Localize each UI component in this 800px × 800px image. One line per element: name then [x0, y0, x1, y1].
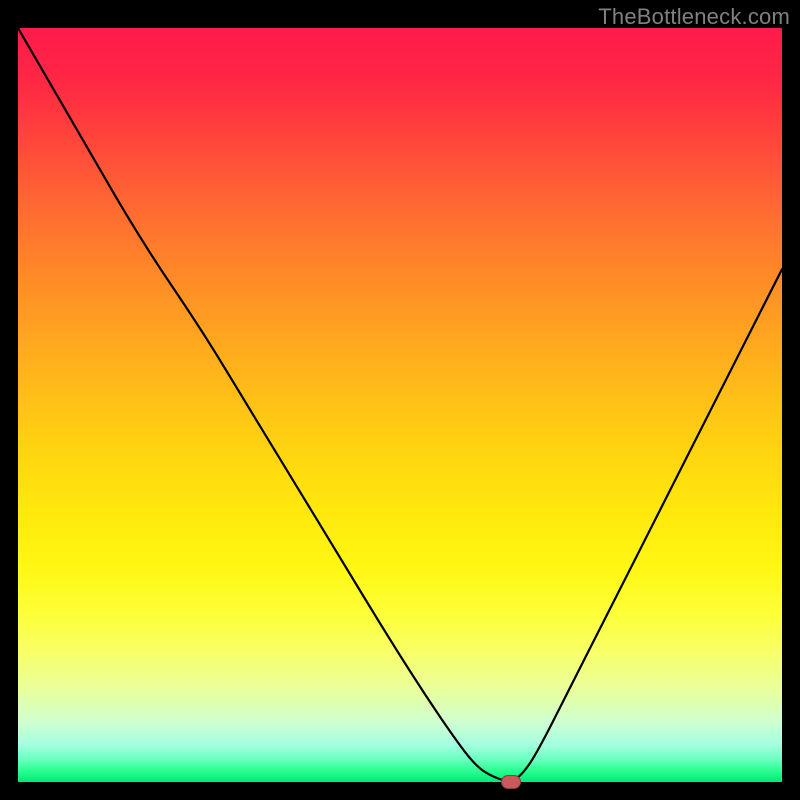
bottleneck-curve	[18, 28, 782, 782]
optimum-marker	[501, 775, 521, 789]
watermark-text: TheBottleneck.com	[598, 4, 790, 30]
chart-gradient-area	[18, 28, 782, 782]
